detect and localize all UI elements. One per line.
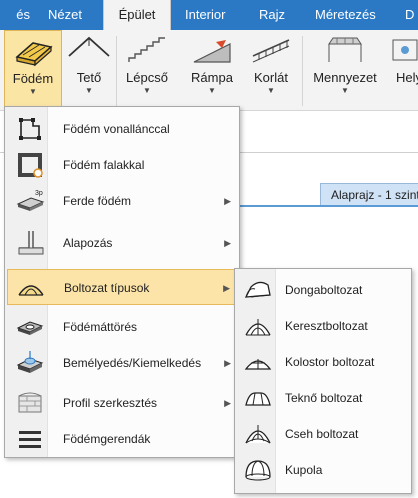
svg-text:3p: 3p: [35, 190, 43, 197]
menu-item-label: Dongaboltozat: [285, 283, 363, 297]
ceiling-button[interactable]: Mennyezet ▼: [306, 30, 384, 110]
menu-item-label: Kolostor boltozat: [285, 355, 375, 369]
menu-item-label: Profil szerkesztés: [63, 396, 158, 410]
tab-partial-right[interactable]: D: [405, 0, 414, 30]
chevron-down-icon: ▼: [29, 87, 37, 96]
submenu-arrow-icon: ▶: [224, 196, 231, 206]
menu-item-label: Födémáttörés: [63, 320, 138, 334]
room-icon: [390, 34, 418, 69]
menu-item-recess-protrusion[interactable]: Bemélyedés/Kiemelkedés ▶: [7, 345, 237, 381]
menu-item-barrel-vault[interactable]: Dongaboltozat: [237, 272, 409, 308]
chevron-down-icon: ▼: [341, 86, 349, 95]
railing-button[interactable]: Korlát ▼: [244, 30, 298, 110]
slab-beams-icon: [15, 424, 45, 454]
ramp-icon: [190, 34, 234, 69]
menu-item-label: Teknő boltozat: [285, 391, 363, 405]
wall-slab-icon: [15, 150, 45, 180]
view-tab-underline: [240, 205, 418, 207]
menu-item-slab-polyline[interactable]: Födém vonallánccal: [7, 111, 237, 147]
menu-item-foundation[interactable]: Alapozás ▶: [7, 225, 237, 261]
tab-epulet[interactable]: Épület: [103, 0, 171, 31]
ribbon-separator: [116, 36, 117, 106]
vault-types-submenu: Dongaboltozat Keresztboltozat Kolostor b…: [234, 268, 412, 494]
ribbon-panel: Födém ▼ Tető ▼ Lépcső ▼ Rámpa ▼ Korlát ▼…: [0, 30, 418, 111]
submenu-arrow-icon: ▶: [223, 283, 230, 293]
stair-label: Lépcső: [126, 70, 168, 85]
menu-item-label: Födémgerendák: [63, 432, 151, 446]
tab-nezet[interactable]: Nézet: [48, 0, 82, 30]
menu-item-vault-types[interactable]: Boltozat típusok ▶: [7, 269, 237, 305]
menu-item-label: Boltozat típusok: [64, 281, 150, 295]
ramp-button[interactable]: Rámpa ▼: [182, 30, 242, 110]
menu-item-label: Bemélyedés/Kiemelkedés: [63, 356, 202, 370]
ribbon-separator: [302, 36, 303, 106]
recess-icon: [15, 348, 45, 378]
menu-item-label: Födém vonallánccal: [63, 122, 170, 136]
cross-vault-icon: [243, 311, 273, 341]
menu-item-label: Ferde födém: [63, 194, 132, 208]
railing-icon: [249, 34, 293, 69]
stair-button[interactable]: Lépcső ▼: [118, 30, 176, 110]
railing-label: Korlát: [254, 70, 288, 85]
profile-edit-icon: [15, 388, 45, 418]
dome-icon: [243, 455, 273, 485]
slab-icon: [13, 35, 53, 72]
cloister-vault-icon: [243, 347, 273, 377]
roof-label: Tető: [76, 70, 102, 85]
vault-icon: [16, 273, 46, 303]
chevron-down-icon: ▼: [85, 86, 93, 95]
slab-opening-icon: [15, 312, 45, 342]
menu-item-slab-walls[interactable]: Födém falakkal: [7, 147, 237, 183]
chevron-down-icon: ▼: [143, 86, 151, 95]
tab-partial-left[interactable]: és: [0, 0, 30, 30]
room-label: Hely: [396, 70, 418, 85]
menu-item-cloister-vault[interactable]: Kolostor boltozat: [237, 344, 409, 380]
ribbon-tab-bar: és Nézet Épület Interior Rajz Méretezés …: [0, 0, 418, 31]
menu-item-trough-vault[interactable]: Teknő boltozat: [237, 380, 409, 416]
roof-icon: [67, 34, 111, 69]
menu-item-slab-opening[interactable]: Födémáttörés: [7, 309, 237, 345]
menu-item-slab-beams[interactable]: Födémgerendák: [7, 421, 237, 457]
trough-vault-icon: [243, 383, 273, 413]
menu-item-bohemian-vault[interactable]: Cseh boltozat: [237, 416, 409, 452]
sloped-slab-icon: 3p: [15, 186, 45, 216]
menu-item-profile-edit[interactable]: Profil szerkesztés ▶: [7, 385, 237, 421]
chevron-down-icon: ▼: [267, 86, 275, 95]
menu-item-cross-vault[interactable]: Keresztboltozat: [237, 308, 409, 344]
slab-label: Födém: [12, 71, 54, 86]
ceiling-label: Mennyezet: [313, 70, 377, 85]
menu-item-label: Cseh boltozat: [285, 427, 359, 441]
submenu-arrow-icon: ▶: [224, 398, 231, 408]
polyline-slab-icon: [15, 114, 45, 144]
tab-interior[interactable]: Interior: [185, 0, 225, 30]
menu-item-label: Kupola: [285, 463, 323, 477]
tab-meretezes[interactable]: Méretezés: [315, 0, 376, 30]
room-button[interactable]: Hely: [390, 30, 418, 110]
foundation-icon: [15, 228, 45, 258]
menu-item-label: Alapozás: [63, 236, 113, 250]
slab-dropdown-menu: Födém vonallánccal Födém falakkal 3p Fer…: [4, 106, 240, 458]
ramp-label: Rámpa: [191, 70, 233, 85]
view-tab[interactable]: Alaprajz - 1 szint: [320, 183, 418, 207]
bohemian-vault-icon: [243, 419, 273, 449]
slab-button[interactable]: Födém ▼: [4, 30, 62, 110]
menu-item-label: Födém falakkal: [63, 158, 145, 172]
menu-item-sloped-slab[interactable]: 3p Ferde födém ▶: [7, 183, 237, 219]
menu-item-dome[interactable]: Kupola: [237, 452, 409, 488]
submenu-arrow-icon: ▶: [224, 358, 231, 368]
ceiling-icon: [323, 34, 367, 69]
stair-icon: [125, 34, 169, 69]
barrel-vault-icon: [243, 275, 273, 305]
tab-rajz[interactable]: Rajz: [259, 0, 285, 30]
menu-item-label: Keresztboltozat: [285, 319, 368, 333]
roof-button[interactable]: Tető ▼: [64, 30, 114, 110]
chevron-down-icon: ▼: [208, 86, 216, 95]
submenu-arrow-icon: ▶: [224, 238, 231, 248]
